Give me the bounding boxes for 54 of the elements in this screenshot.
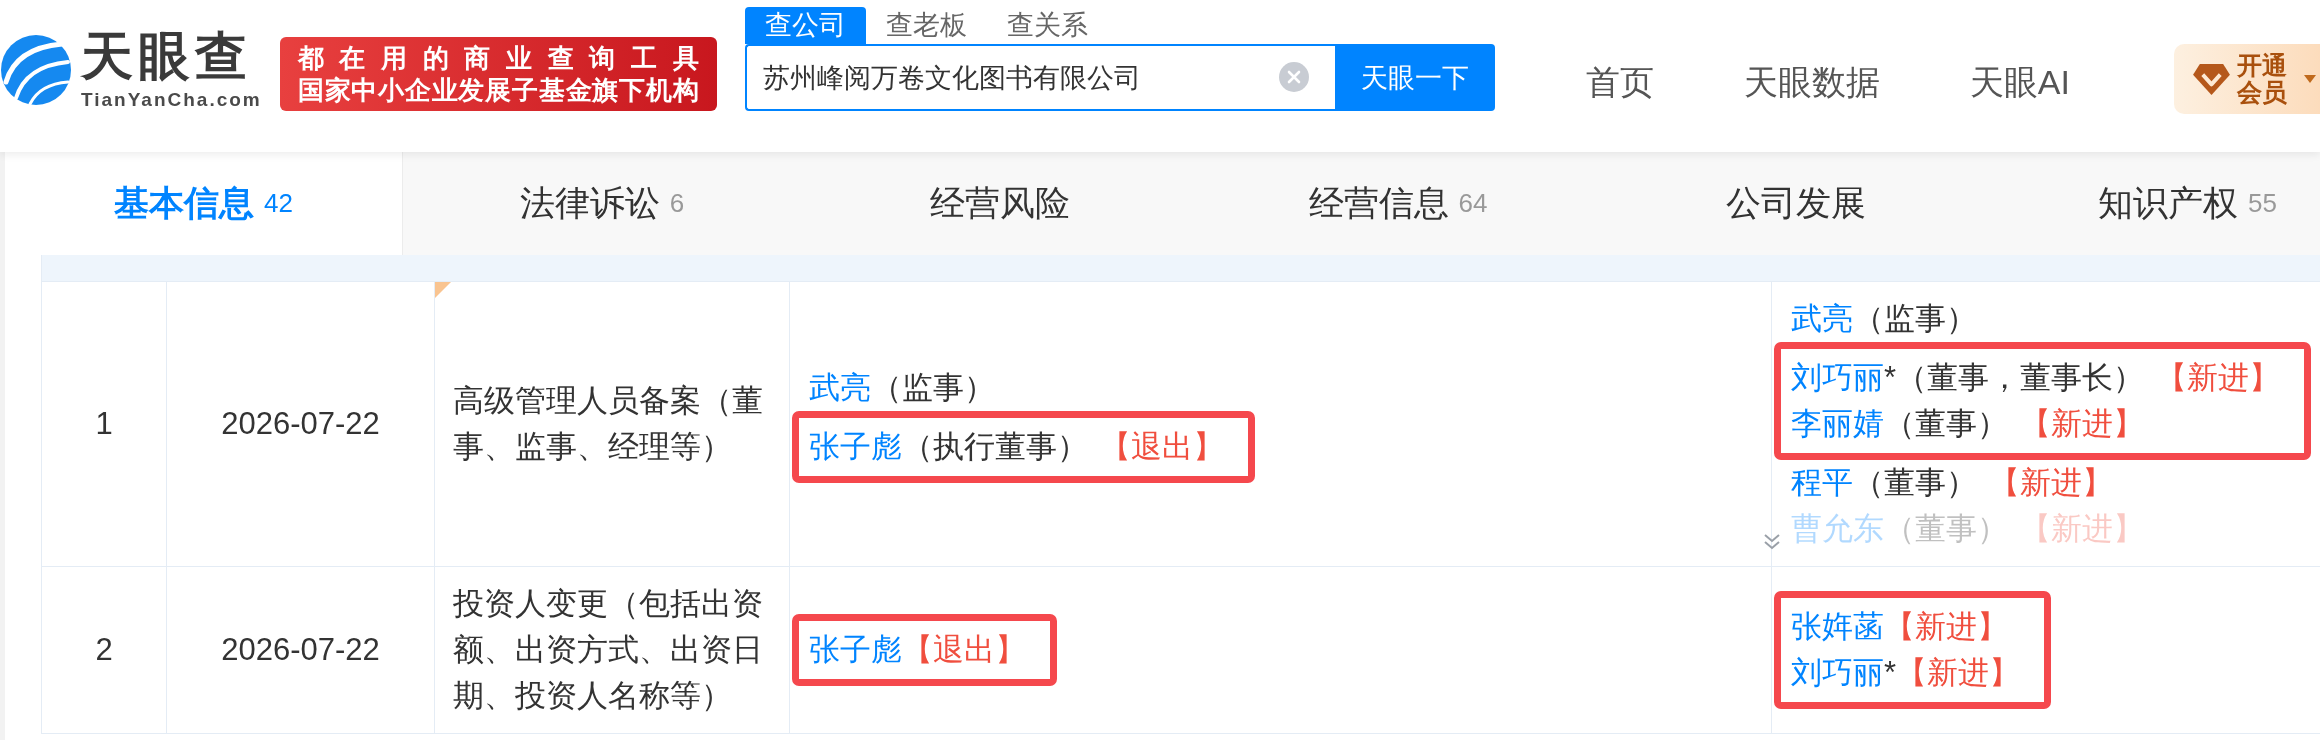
status-tag: 【新进】 bbox=[1989, 462, 2113, 504]
person-link[interactable]: 武亮 bbox=[809, 367, 871, 409]
diamond-icon bbox=[2192, 62, 2231, 96]
person-link[interactable]: 张子彪 bbox=[809, 629, 902, 671]
search-button[interactable]: 天眼一下 bbox=[1334, 44, 1495, 111]
person-link[interactable]: 刘巧丽 bbox=[1791, 357, 1884, 399]
status-tag: 【新进】 bbox=[2020, 403, 2144, 445]
section-tab[interactable]: 知识产权 55 bbox=[1995, 152, 2320, 255]
nav-link[interactable]: 天眼AI bbox=[1969, 62, 2070, 102]
section-tab[interactable]: 经营风险 bbox=[801, 152, 1199, 255]
status-tag: 【新进】 bbox=[1896, 652, 2021, 694]
nav-link[interactable]: 首页 bbox=[1585, 62, 1654, 102]
person-link[interactable]: 张姩菡 bbox=[1791, 606, 1884, 648]
status-tag: 【新进】 bbox=[2156, 357, 2281, 399]
person-link[interactable]: 武亮 bbox=[1791, 298, 1853, 340]
logo-text: 天眼查 bbox=[81, 29, 253, 83]
role-text: （董事，董事长） bbox=[1896, 359, 2145, 397]
section-tab[interactable]: 基本信息 42 bbox=[5, 152, 403, 255]
close-icon[interactable] bbox=[1278, 62, 1309, 92]
section-tab[interactable]: 法律诉讼 6 bbox=[403, 152, 801, 255]
status-tag: 【退出】 bbox=[1100, 426, 1224, 468]
membership-button[interactable]: 开通会员 bbox=[2174, 44, 2320, 114]
role-text: （执行董事） bbox=[902, 428, 1088, 466]
double-chevron-down-icon[interactable] bbox=[1762, 532, 1782, 552]
swoosh-logo-icon[interactable] bbox=[0, 32, 72, 108]
person-link[interactable]: 程平 bbox=[1791, 462, 1853, 504]
search-field[interactable]: 苏州峰阅万卷文化图书有限公司 bbox=[744, 44, 1335, 111]
role-text: （监事） bbox=[1853, 300, 1977, 338]
logo-domain: TianYanCha.com bbox=[81, 89, 262, 111]
status-tag: 【退出】 bbox=[902, 629, 1026, 671]
nav-link[interactable]: 天眼数据 bbox=[1743, 62, 1880, 102]
person-link[interactable]: 刘巧丽 bbox=[1791, 652, 1884, 694]
asterisk-mark: * bbox=[1884, 360, 1897, 396]
slogan-text: 都在用的商业查询工具 bbox=[297, 42, 699, 74]
search-type-tab[interactable]: 查老板 bbox=[865, 7, 987, 44]
asterisk-mark: * bbox=[1884, 655, 1897, 691]
person-link[interactable]: 张子彪 bbox=[809, 426, 902, 468]
change-item-text: 投资人变更（包括出资额、出资方式、出资日期、投资人名称等） bbox=[453, 585, 764, 715]
table-cell: 2026-07-22 bbox=[166, 566, 435, 734]
caret-icon bbox=[2304, 75, 2316, 83]
role-text: （董事） bbox=[1853, 464, 1977, 502]
search-type-tab[interactable]: 查关系 bbox=[986, 7, 1108, 44]
slogan-text: 国家中小企业发展子基金旗下机构 bbox=[297, 74, 699, 106]
status-tag: 【新进】 bbox=[1884, 606, 2008, 648]
role-text: （董事） bbox=[1884, 405, 2008, 443]
table-cell: 2026-07-22 bbox=[166, 281, 435, 567]
table-cell: 2 bbox=[41, 566, 167, 734]
search-type-tab[interactable]: 查公司 bbox=[744, 7, 866, 44]
section-tab[interactable]: 公司发展 bbox=[1597, 152, 1995, 255]
table-cell: 1 bbox=[41, 281, 167, 567]
role-text: （监事） bbox=[871, 369, 995, 407]
section-tab[interactable]: 经营信息 64 bbox=[1199, 152, 1597, 255]
change-item-text: 高级管理人员备案（董事、监事、经理等） bbox=[453, 382, 764, 466]
person-link[interactable]: 李丽婧 bbox=[1791, 403, 1884, 445]
